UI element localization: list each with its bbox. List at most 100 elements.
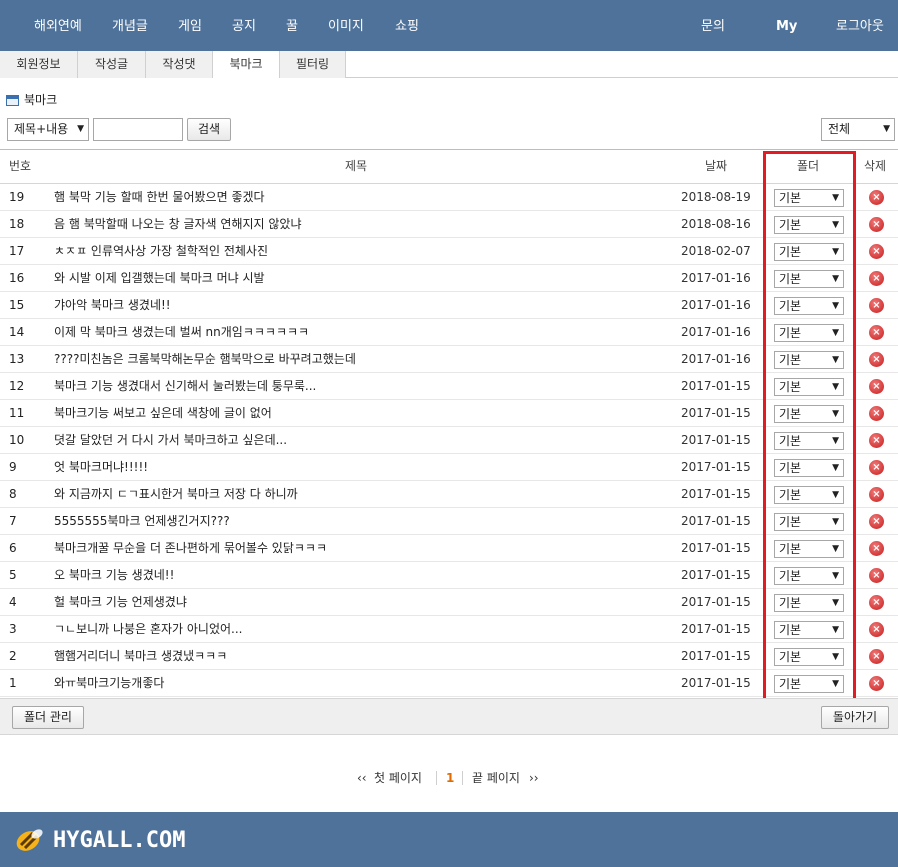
delete-icon[interactable]: × [869, 649, 884, 664]
footer: HYGALL.COM [0, 812, 898, 867]
row-title-link[interactable]: 와ㅠ북마크기능개좋다 [54, 670, 164, 697]
tab-bookmark[interactable]: 북마크 [213, 51, 280, 78]
nav-item-overseas-entertainment[interactable]: 해외연예 [34, 0, 82, 51]
first-page-arrow-icon[interactable]: ‹‹ [357, 769, 367, 787]
row-folder-select[interactable]: 기본 ▼ [774, 513, 844, 531]
row-title-link[interactable]: 갸아악 북마크 생겼네!! [54, 292, 171, 319]
row-folder-value: 기본 [779, 569, 802, 583]
delete-icon[interactable]: × [869, 244, 884, 259]
nav-item-concept-posts[interactable]: 개념글 [112, 0, 148, 51]
row-title-link[interactable]: 와 시발 이제 입갤했는데 북마크 머냐 시발 [54, 265, 265, 292]
row-title-link[interactable]: 북마크 기능 생겼대서 신기해서 눌러봤는데 퉁무룩... [54, 373, 316, 400]
row-folder-select[interactable]: 기본 ▼ [774, 405, 844, 423]
row-folder-select[interactable]: 기본 ▼ [774, 648, 844, 666]
row-folder-select[interactable]: 기본 ▼ [774, 486, 844, 504]
nav-item-logout[interactable]: 로그아웃 [836, 0, 884, 51]
row-folder-select[interactable]: 기본 ▼ [774, 459, 844, 477]
nav-item-game[interactable]: 게임 [178, 0, 202, 51]
row-title-link[interactable]: 햄햄거리더니 북마크 생겼냈ㅋㅋㅋ [54, 643, 227, 670]
row-folder-select[interactable]: 기본 ▼ [774, 378, 844, 396]
last-page-arrow-icon[interactable]: ›› [529, 769, 539, 787]
delete-icon[interactable]: × [869, 190, 884, 205]
delete-icon[interactable]: × [869, 379, 884, 394]
nav-item-inquiry[interactable]: 문의 [701, 0, 725, 51]
manage-folder-button[interactable]: 폴더 관리 [12, 706, 84, 729]
row-folder-select[interactable]: 기본 ▼ [774, 189, 844, 207]
row-title-link[interactable]: 오 북마크 기능 생겼네!! [54, 562, 174, 589]
row-date: 2017-01-15 [681, 595, 751, 609]
delete-icon[interactable]: × [869, 514, 884, 529]
dropdown-arrow-icon: ▼ [832, 247, 839, 257]
row-folder-select[interactable]: 기본 ▼ [774, 594, 844, 612]
row-title-link[interactable]: 5555555북마크 언제생긴거지??? [54, 508, 230, 535]
row-title-link[interactable]: 뎟갈 달았던 거 다시 가서 북마크하고 싶은데... [54, 427, 287, 454]
back-button[interactable]: 돌아가기 [821, 706, 889, 729]
nav-item-image[interactable]: 이미지 [328, 0, 364, 51]
delete-icon[interactable]: × [869, 568, 884, 583]
row-folder-select[interactable]: 기본 ▼ [774, 351, 844, 369]
row-title-link[interactable]: ㅊㅈㅍ 인류역사상 가장 철학적인 전체사진 [54, 238, 268, 265]
row-title-link[interactable]: 북마크개꿀 무순을 더 존나편하게 묶어볼수 있닭ㅋㅋㅋ [54, 535, 327, 562]
row-title-link[interactable]: ㄱㄴ보니까 나붕은 혼자가 아니었어... [54, 616, 243, 643]
delete-icon[interactable]: × [869, 352, 884, 367]
delete-icon[interactable]: × [869, 406, 884, 421]
delete-icon[interactable]: × [869, 217, 884, 232]
row-title-link[interactable]: 음 햄 북막할때 나오는 창 글자색 연해지지 않았냐 [54, 211, 302, 238]
row-folder-select[interactable]: 기본 ▼ [774, 675, 844, 693]
row-folder-select[interactable]: 기본 ▼ [774, 324, 844, 342]
row-folder-value: 기본 [779, 488, 802, 502]
row-title-link[interactable]: 이제 막 북마크 생겼는데 벌써 nn개임ㅋㅋㅋㅋㅋㅋ [54, 319, 309, 346]
delete-icon[interactable]: × [869, 325, 884, 340]
delete-icon[interactable]: × [869, 595, 884, 610]
action-bar: 폴더 관리 돌아가기 [0, 698, 898, 735]
logo-text[interactable]: HYGALL.COM [53, 827, 185, 855]
row-folder-select[interactable]: 기본 ▼ [774, 540, 844, 558]
tab-written-posts[interactable]: 작성글 [78, 51, 146, 78]
folder-filter-select[interactable]: 전체 ▼ [821, 118, 895, 141]
row-date: 2017-01-15 [681, 379, 751, 393]
search-input[interactable] [93, 118, 183, 141]
delete-icon[interactable]: × [869, 298, 884, 313]
row-title-link[interactable]: 엇 북마크머냐!!!!! [54, 454, 148, 481]
table-row: 1 와ㅠ북마크기능개좋다 2017-01-15 기본 ▼ × [0, 670, 898, 697]
search-type-select[interactable]: 제목+내용 ▼ [7, 118, 89, 141]
pager-divider [436, 769, 437, 787]
row-folder-value: 기본 [779, 299, 802, 313]
search-type-value: 제목+내용 [14, 122, 69, 136]
tab-filtering[interactable]: 필터링 [280, 51, 346, 78]
delete-icon[interactable]: × [869, 433, 884, 448]
row-folder-select[interactable]: 기본 ▼ [774, 270, 844, 288]
window-icon [6, 95, 19, 106]
delete-icon[interactable]: × [869, 676, 884, 691]
row-title-link[interactable]: 와 지금까지 ㄷㄱ표시한거 북마크 저장 다 하니까 [54, 481, 298, 508]
nav-item-my[interactable]: My [776, 0, 797, 51]
row-folder-select[interactable]: 기본 ▼ [774, 567, 844, 585]
row-folder-select[interactable]: 기본 ▼ [774, 297, 844, 315]
row-folder-select[interactable]: 기본 ▼ [774, 621, 844, 639]
nav-item-notice[interactable]: 공지 [232, 0, 256, 51]
dropdown-arrow-icon: ▼ [832, 382, 839, 392]
search-button[interactable]: 검색 [187, 118, 231, 141]
row-title-link[interactable]: 햄 북막 기능 할때 한번 물어봤으면 좋겠다 [54, 184, 265, 211]
row-title-link[interactable]: 헐 북마크 기능 언제생겼냐 [54, 589, 187, 616]
delete-icon[interactable]: × [869, 460, 884, 475]
table-row: 8 와 지금까지 ㄷㄱ표시한거 북마크 저장 다 하니까 2017-01-15 기본 ▼… [0, 481, 898, 508]
tab-member-info[interactable]: 회원정보 [0, 51, 78, 78]
row-title-link[interactable]: 북마크기능 써보고 싶은데 색창에 글이 없어 [54, 400, 272, 427]
row-folder-select[interactable]: 기본 ▼ [774, 216, 844, 234]
nav-item-honey[interactable]: 꿀 [286, 0, 298, 51]
row-folder-select[interactable]: 기본 ▼ [774, 243, 844, 261]
delete-icon[interactable]: × [869, 487, 884, 502]
current-page-number[interactable]: 1 [446, 769, 454, 787]
delete-icon[interactable]: × [869, 271, 884, 286]
row-folder-value: 기본 [779, 542, 802, 556]
last-page-link[interactable]: 끝 페이지 [472, 769, 520, 787]
tab-written-comments[interactable]: 작성댓 [146, 51, 213, 78]
nav-item-shopping[interactable]: 쇼핑 [395, 0, 419, 51]
row-folder-select[interactable]: 기본 ▼ [774, 432, 844, 450]
first-page-link[interactable]: 첫 페이지 [374, 769, 422, 787]
delete-icon[interactable]: × [869, 622, 884, 637]
header-folder: 폴더 [797, 159, 820, 173]
row-title-link[interactable]: ????미친놈은 크롬북막해논무순 햄북막으로 바꾸려고했는데 [54, 346, 356, 373]
delete-icon[interactable]: × [869, 541, 884, 556]
